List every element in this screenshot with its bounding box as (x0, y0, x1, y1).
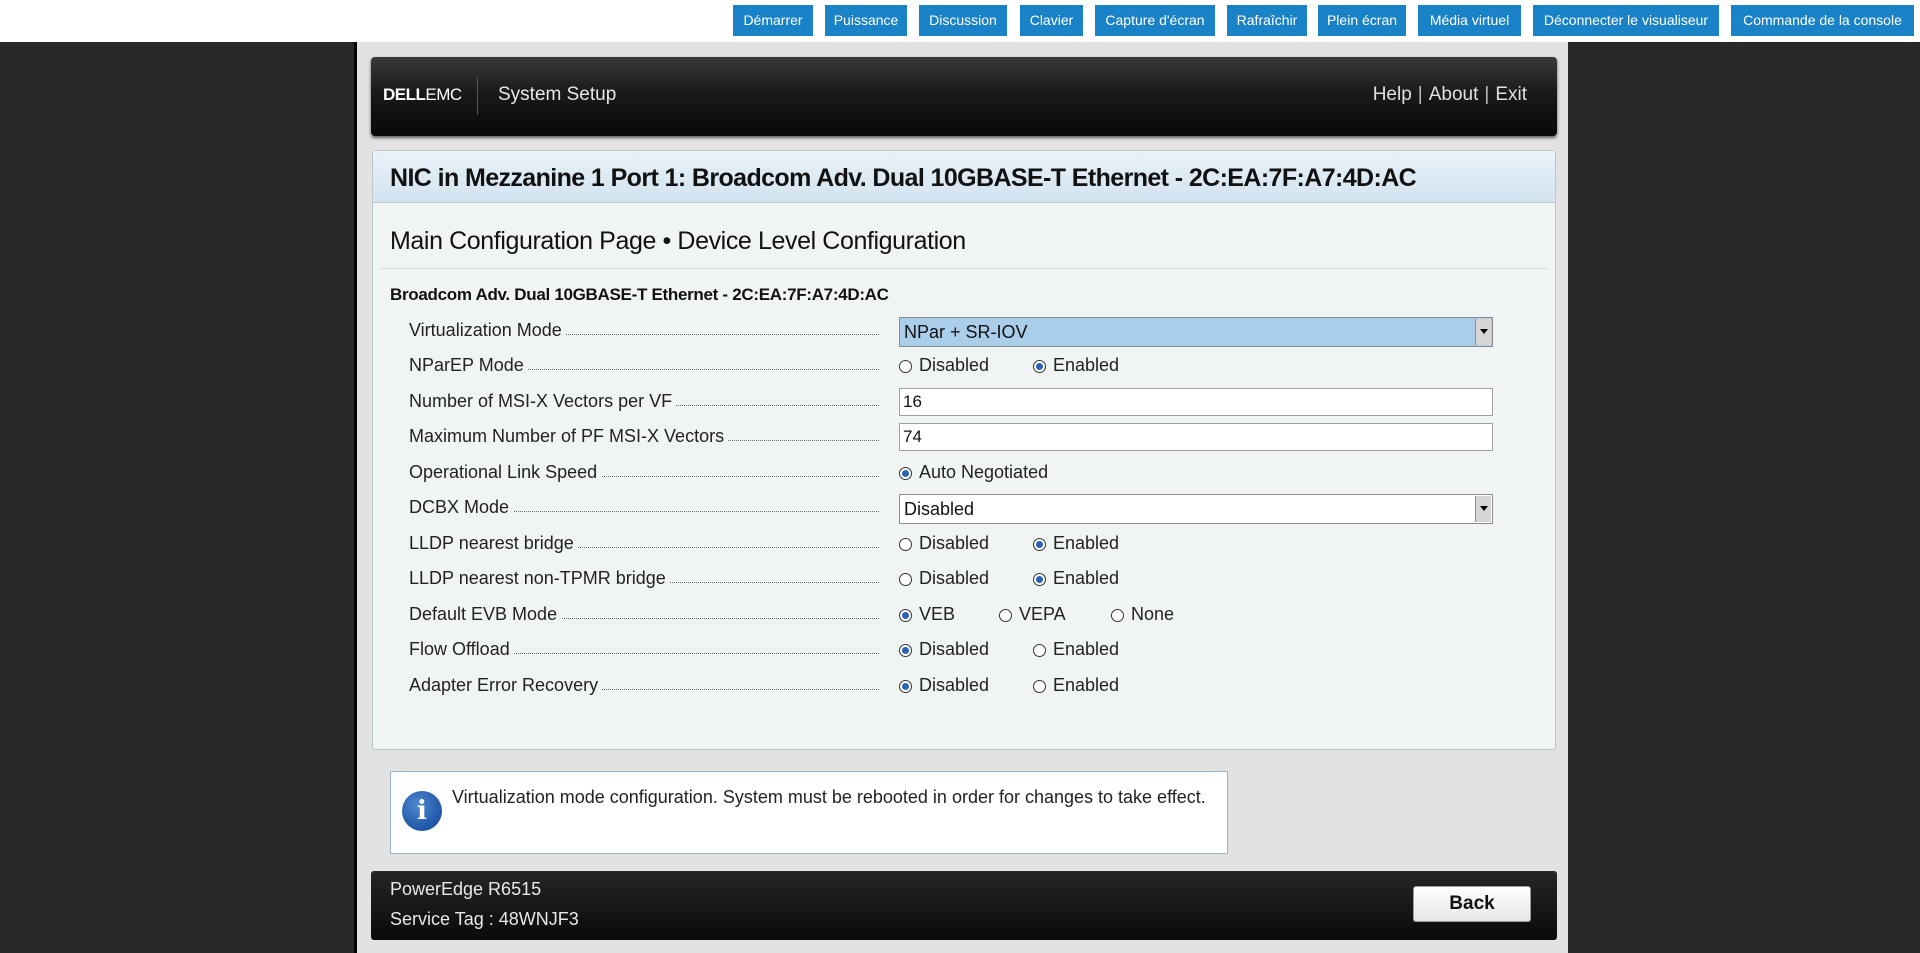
virtual-media-button[interactable]: Média virtuel (1418, 5, 1521, 36)
system-model: PowerEdge R6515 (390, 879, 542, 899)
page-title: NIC in Mezzanine 1 Port 1: Broadcom Adv.… (390, 164, 1417, 192)
setting-label: Default EVB Mode (409, 604, 879, 626)
setting-row-lldp-non-tpmr-bridge: LLDP nearest non-TPMR bridge Disabled En… (409, 568, 1120, 590)
setting-row-max-pf-msix: Maximum Number of PF MSI-X Vectors 74 (409, 422, 1549, 451)
exit-link[interactable]: Exit (1495, 84, 1527, 105)
setting-row-msix-per-vf: Number of MSI-X Vectors per VF 16 (409, 387, 1549, 416)
dropdown-arrow-icon[interactable] (1475, 319, 1491, 345)
fullscreen-button[interactable]: Plein écran (1318, 5, 1406, 36)
viewer-toolbar: Démarrer Puissance Discussion Clavier Ca… (0, 0, 1920, 42)
refresh-button[interactable]: Rafraîchir (1227, 5, 1307, 36)
setting-label: Adapter Error Recovery (409, 675, 879, 697)
select-value: NPar + SR-IOV (904, 322, 1028, 342)
disconnect-viewer-button[interactable]: Déconnecter le visualiseur (1533, 5, 1719, 36)
link-separator: | (1484, 84, 1490, 105)
console-border (354, 42, 357, 953)
setting-row-adapter-error-recovery: Adapter Error Recovery Disabled Enabled (409, 675, 1120, 697)
setting-label: Maximum Number of PF MSI-X Vectors (409, 426, 879, 448)
start-button[interactable]: Démarrer (733, 5, 813, 36)
chat-button[interactable]: Discussion (919, 5, 1007, 36)
device-heading: Broadcom Adv. Dual 10GBASE-T Ethernet - … (390, 285, 889, 304)
power-button[interactable]: Puissance (825, 5, 907, 36)
setting-label: NParEP Mode (409, 355, 879, 377)
help-info-box: i Virtualization mode configuration. Sys… (390, 771, 1228, 854)
console-command-button[interactable]: Commande de la console (1731, 5, 1914, 36)
page-subtitle: Main Configuration Page • Device Level C… (390, 227, 966, 255)
setting-row-default-evb-mode: Default EVB Mode VEB VEPA None (409, 604, 1175, 626)
help-link[interactable]: Help (1373, 84, 1412, 105)
setting-row-flow-offload: Flow Offload Disabled Enabled (409, 639, 1120, 661)
service-tag: Service Tag : 48WNJF3 (390, 909, 579, 929)
setting-label: Number of MSI-X Vectors per VF (409, 391, 879, 413)
dell-emc-logo: DELLEMC (383, 85, 462, 104)
select-value: Disabled (904, 499, 975, 519)
info-icon: i (402, 791, 442, 831)
link-separator: | (1417, 84, 1423, 105)
back-button[interactable]: Back (1413, 886, 1531, 922)
setting-label: LLDP nearest bridge (409, 533, 879, 555)
setting-row-lldp-nearest-bridge: LLDP nearest bridge Disabled Enabled (409, 533, 1120, 555)
panel-title-bar: NIC in Mezzanine 1 Port 1: Broadcom Adv.… (373, 151, 1555, 203)
divider (381, 268, 1547, 269)
virtualization-mode-select[interactable]: NPar + SR-IOV (899, 317, 1493, 347)
setting-row-virtualization-mode: Virtualization Mode NPar + SR-IOV (409, 316, 1549, 347)
setting-row-nparep-mode: NParEP Mode Disabled Enabled (409, 355, 1120, 377)
setup-header: DELLEMC System Setup Help | About | Exit (371, 57, 1557, 136)
max-pf-msix-field[interactable]: 74 (899, 423, 1493, 451)
setting-label: Flow Offload (409, 639, 879, 661)
setting-row-link-speed: Operational Link Speed Auto Negotiated (409, 462, 1049, 484)
setting-label: Virtualization Mode (409, 320, 879, 342)
header-links: Help | About | Exit (1373, 84, 1527, 106)
dcbx-mode-select[interactable]: Disabled (899, 494, 1493, 524)
help-text: Virtualization mode configuration. Syste… (452, 787, 1206, 807)
about-link[interactable]: About (1429, 84, 1479, 105)
setting-label: DCBX Mode (409, 497, 879, 519)
msix-per-vf-field[interactable]: 16 (899, 388, 1493, 416)
keyboard-button[interactable]: Clavier (1020, 5, 1083, 36)
setting-row-dcbx-mode: DCBX Mode Disabled (409, 493, 1549, 524)
header-divider (477, 77, 478, 115)
config-panel: NIC in Mezzanine 1 Port 1: Broadcom Adv.… (372, 150, 1556, 750)
setup-footer: PowerEdge R6515 Service Tag : 48WNJF3 Ba… (371, 871, 1557, 940)
dropdown-arrow-icon[interactable] (1475, 496, 1491, 522)
app-title: System Setup (498, 84, 617, 105)
setting-label: Operational Link Speed (409, 462, 879, 484)
setting-label: LLDP nearest non-TPMR bridge (409, 568, 879, 590)
screenshot-button[interactable]: Capture d'écran (1095, 5, 1215, 36)
